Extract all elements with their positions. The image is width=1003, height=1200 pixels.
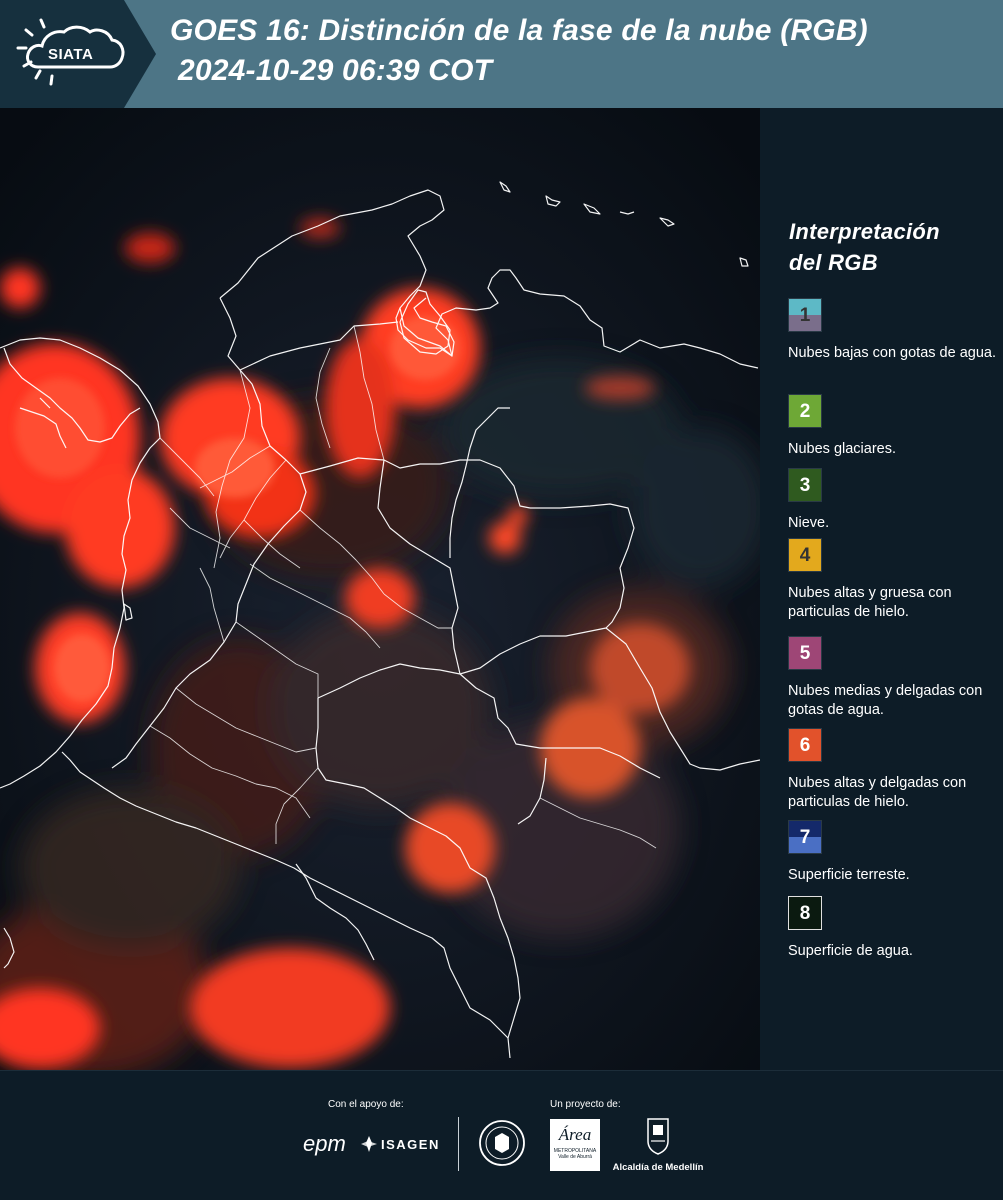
alcaldia-shield-icon (647, 1118, 669, 1155)
legend-swatch-7: 7 (788, 820, 822, 854)
legend-swatch-number: 1 (799, 305, 811, 326)
alcaldia-logo: Alcaldía de Medellín (612, 1117, 704, 1173)
legend-title-line2: del RGB (789, 250, 878, 275)
alcaldia-logo-text: Alcaldía de Medellín (612, 1162, 704, 1173)
legend-title-line1: Interpretación (789, 219, 940, 244)
seal-logo (478, 1119, 526, 1172)
legend-swatch-number: 5 (799, 643, 811, 664)
legend-swatch-number: 4 (799, 545, 811, 566)
legend-swatch-2: 2 (788, 394, 822, 428)
legend-item-1: 1 Nubes bajas con gotas de agua. (788, 298, 1003, 363)
legend-swatch-number: 6 (799, 735, 811, 756)
siata-logo-text: SIATA (48, 46, 94, 63)
legend-label: Superficie de agua. (788, 943, 913, 959)
isagen-mark-icon (361, 1136, 377, 1152)
epm-logo-text: epm (303, 1131, 346, 1156)
page-title: GOES 16: Distinción de la fase de la nub… (170, 14, 868, 47)
legend-swatch-1: 1 (788, 298, 822, 332)
legend-item-8: 8 Superficie de agua. (788, 896, 1003, 961)
area-metropolitana-logo: Área METROPOLITANA Valle de Aburrá (550, 1119, 600, 1171)
legend-swatch-8: 8 (788, 896, 822, 930)
isagen-logo-text: ISAGEN (381, 1136, 440, 1152)
legend-item-2: 2 Nubes glaciares. (788, 394, 1003, 459)
area-logo-sub2: Valle de Aburrá (558, 1154, 592, 1160)
legend-label: Nubes altas y delgadas con particulas de… (788, 775, 967, 810)
legend-label: Nubes medias y delgadas con gotas de agu… (788, 683, 983, 718)
legend-swatch-6: 6 (788, 728, 822, 762)
legend-item-4: 4 Nubes altas y gruesa con particulas de… (788, 538, 1003, 622)
siata-logo: SIATA (0, 0, 156, 108)
area-logo-title: Área (558, 1125, 592, 1144)
legend-label: Nubes bajas con gotas de agua. (788, 345, 996, 361)
header-bar: SIATA GOES 16: Distinción de la fase de … (0, 0, 1003, 108)
legend-swatch-number: 3 (799, 475, 811, 496)
legend-item-5: 5 Nubes medias y delgadas con gotas de a… (788, 636, 1003, 720)
legend-swatch-number: 8 (799, 903, 811, 924)
footer-sponsors: Con el apoyo de: Un proyecto de: epm ISA… (0, 1070, 1003, 1200)
legend-item-7: 7 Superficie terreste. (788, 820, 1003, 885)
isagen-logo: ISAGEN (360, 1135, 440, 1153)
support-label: Con el apoyo de: (328, 1099, 404, 1110)
seal-icon (479, 1120, 525, 1166)
legend-label: Nieve. (788, 515, 830, 531)
legend-panel: Interpretación del RGB 1 Nubes bajas con… (760, 108, 1003, 1070)
project-label: Un proyecto de: (550, 1099, 621, 1110)
footer-divider (458, 1117, 459, 1171)
satellite-map (0, 108, 760, 1070)
legend-title: Interpretación del RGB (789, 216, 989, 278)
legend-swatch-number: 2 (799, 401, 811, 422)
legend-item-3: 3 Nieve. (788, 468, 1003, 533)
page-timestamp: 2024-10-29 06:39 COT (178, 54, 493, 87)
legend-label: Nubes altas y gruesa con particulas de h… (788, 585, 952, 620)
legend-swatch-5: 5 (788, 636, 822, 670)
legend-swatch-4: 4 (788, 538, 822, 572)
epm-logo: epm (303, 1131, 346, 1157)
legend-label: Nubes glaciares. (788, 441, 896, 457)
legend-label: Superficie terreste. (788, 867, 910, 883)
legend-swatch-3: 3 (788, 468, 822, 502)
legend-swatch-number: 7 (799, 827, 811, 848)
legend-item-6: 6 Nubes altas y delgadas con particulas … (788, 728, 1003, 812)
